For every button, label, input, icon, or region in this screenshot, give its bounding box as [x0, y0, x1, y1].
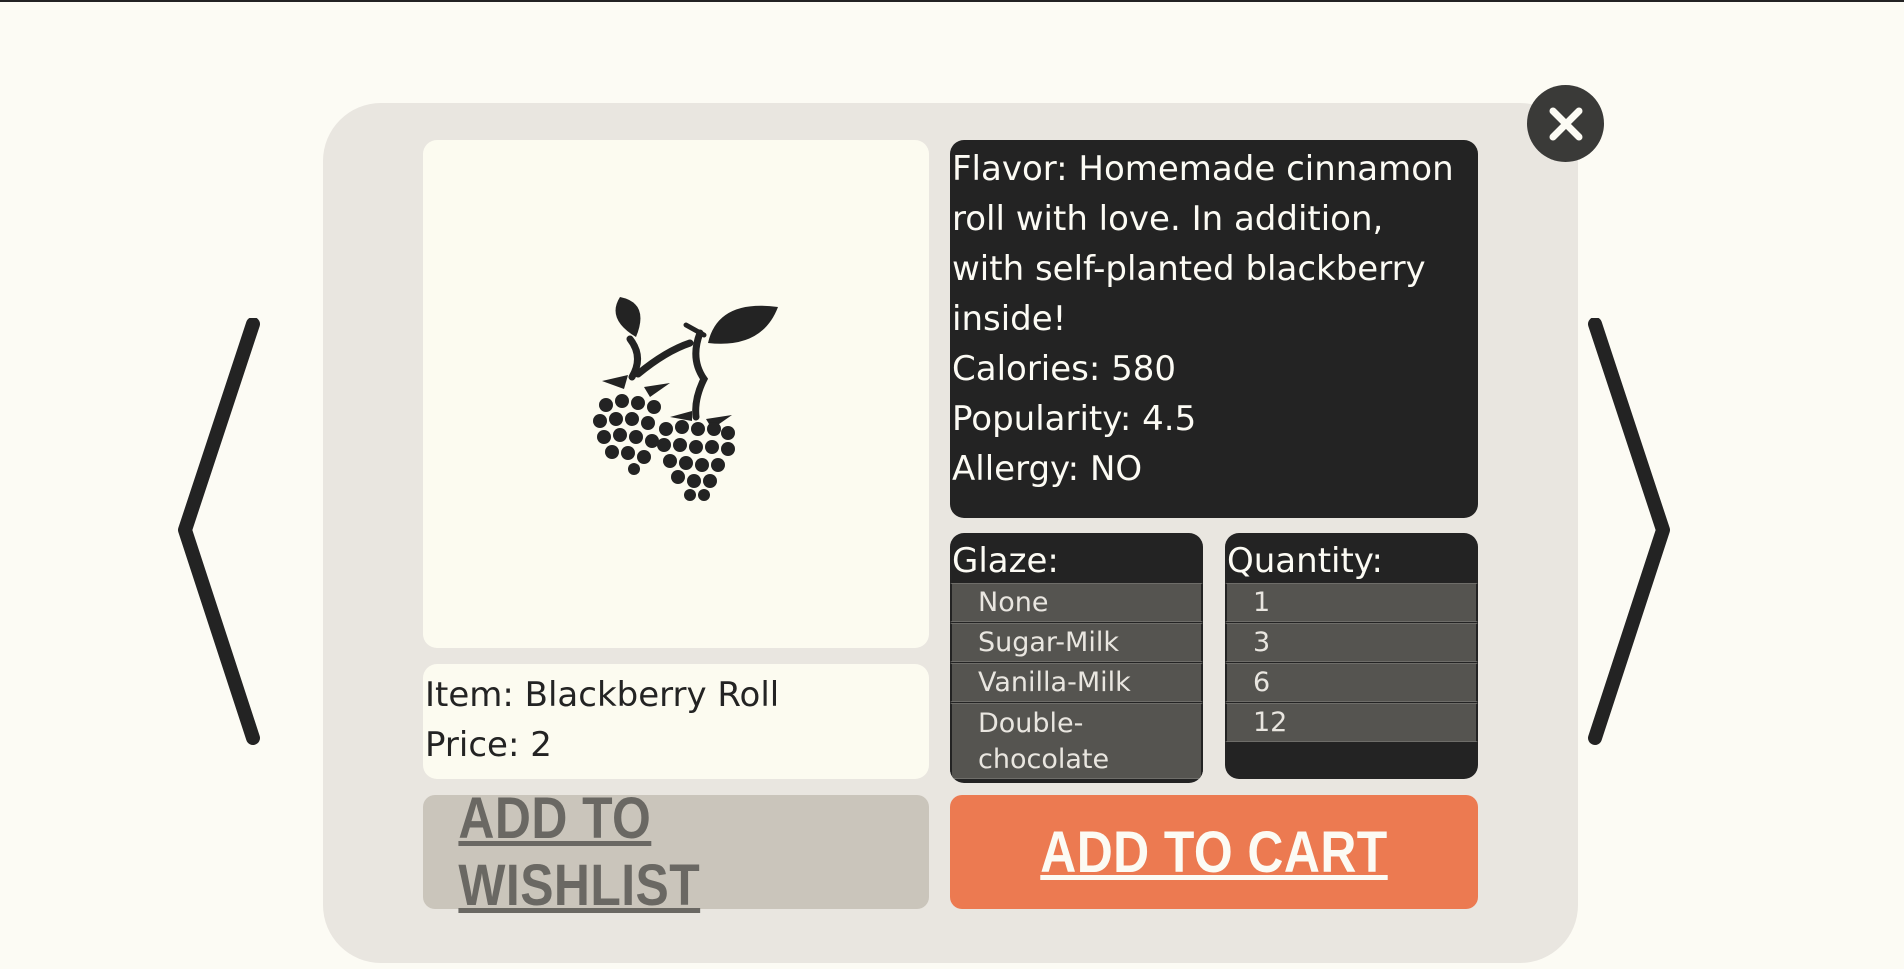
quantity-option-6[interactable]: 6 — [1225, 663, 1478, 702]
glaze-select[interactable]: Glaze: None Sugar-Milk Vanilla-Milk Doub… — [950, 533, 1203, 783]
add-to-cart-label: ADD TO CART — [1040, 819, 1388, 885]
glaze-option-sugar-milk[interactable]: Sugar-Milk — [950, 623, 1203, 662]
quantity-label: Quantity: — [1227, 541, 1383, 581]
product-image — [423, 140, 929, 648]
add-to-wishlist-label: ADD TO WISHLIST — [458, 786, 701, 918]
item-info: Item: Blackberry Roll Price: 2 — [423, 664, 929, 779]
top-border — [0, 0, 1904, 2]
add-to-wishlist-button[interactable]: ADD TO WISHLIST — [423, 786, 929, 918]
next-item-button[interactable] — [1585, 317, 1671, 750]
quantity-option-3[interactable]: 3 — [1225, 623, 1478, 662]
quantity-option-1[interactable]: 1 — [1225, 583, 1478, 622]
flavor-description: Flavor: Homemade cinnamon roll with love… — [952, 149, 1454, 339]
quantity-select[interactable]: Quantity: 1 3 6 12 — [1225, 533, 1478, 779]
item-price: Price: 2 — [425, 725, 552, 765]
blackberry-icon — [593, 297, 778, 501]
allergy: Allergy: NO — [952, 449, 1143, 489]
glaze-option-vanilla-milk[interactable]: Vanilla-Milk — [950, 663, 1203, 702]
glaze-option-none[interactable]: None — [950, 583, 1203, 622]
item-name: Item: Blackberry Roll — [425, 675, 780, 715]
glaze-label: Glaze: — [952, 541, 1059, 581]
chevron-left-icon — [178, 317, 260, 745]
chevron-right-icon — [1588, 317, 1670, 745]
close-icon — [1549, 107, 1582, 140]
popularity: Popularity: 4.5 — [952, 399, 1197, 439]
glaze-option-double-chocolate[interactable]: Double-chocolate — [950, 703, 1203, 779]
close-button[interactable] — [1527, 85, 1604, 162]
previous-item-button[interactable] — [177, 317, 263, 750]
item-details: Flavor: Homemade cinnamon roll with love… — [950, 140, 1478, 518]
calories: Calories: 580 — [952, 349, 1177, 389]
add-to-cart-button[interactable]: ADD TO CART — [950, 795, 1478, 909]
quantity-option-12[interactable]: 12 — [1225, 703, 1478, 742]
